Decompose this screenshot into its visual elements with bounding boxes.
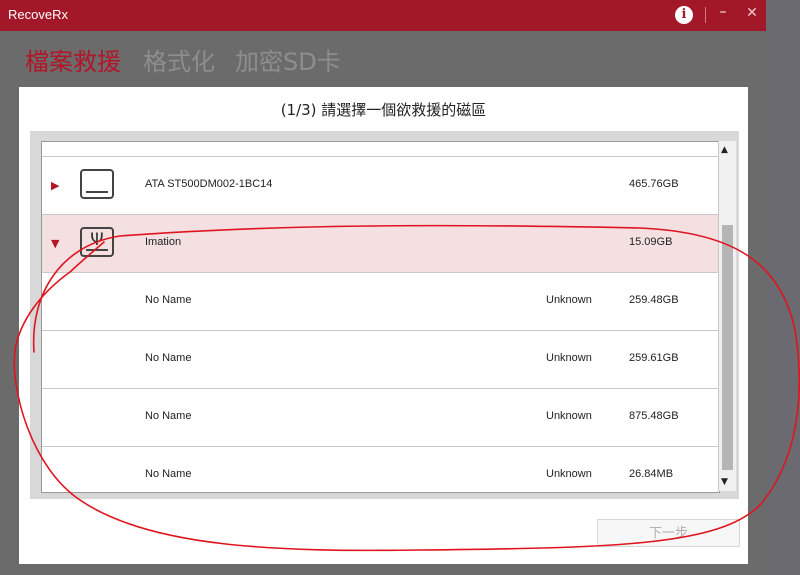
- partition-row[interactable]: No Name Unknown 259.48GB: [42, 273, 719, 331]
- vertical-scrollbar[interactable]: ▲ ▼: [718, 141, 736, 491]
- scroll-up-icon[interactable]: ▲: [721, 145, 728, 155]
- next-button[interactable]: 下一步: [597, 519, 740, 547]
- collapse-arrow-icon[interactable]: ▼: [51, 237, 59, 250]
- tab-format[interactable]: 格式化: [143, 42, 215, 77]
- partition-filesystem: Unknown: [546, 294, 592, 306]
- partition-row[interactable]: No Name Unknown 875.48GB: [42, 389, 719, 447]
- app-title: RecoveRx: [8, 7, 68, 22]
- partition-size: 875.48GB: [629, 410, 679, 422]
- minimize-button[interactable]: –: [715, 4, 731, 24]
- partition-filesystem: Unknown: [546, 468, 592, 480]
- tab-file-recovery[interactable]: 檔案救援: [25, 42, 121, 77]
- info-icon[interactable]: i: [675, 6, 693, 24]
- partition-name: No Name: [145, 352, 192, 364]
- list-item-partial[interactable]: [42, 142, 719, 157]
- usb-drive-icon: Ψ: [80, 227, 114, 257]
- partition-filesystem: Unknown: [546, 410, 592, 422]
- recoverx-window: RecoveRx i – ✕ 檔案救援 格式化 加密SD卡 (1/3) 請選擇一…: [0, 0, 766, 575]
- drive-row[interactable]: ▶ ATA ST500DM002-1BC14 465.76GB: [42, 157, 719, 215]
- drive-size: 465.76GB: [629, 178, 679, 190]
- close-button[interactable]: ✕: [744, 5, 760, 23]
- partition-row[interactable]: No Name Unknown 259.61GB: [42, 331, 719, 389]
- title-bar: RecoveRx i – ✕: [0, 0, 766, 31]
- scroll-thumb[interactable]: [722, 225, 733, 470]
- hard-drive-icon: [80, 169, 114, 199]
- partition-name: No Name: [145, 410, 192, 422]
- tab-encrypt-sd[interactable]: 加密SD卡: [235, 42, 341, 77]
- content-panel: (1/3) 請選擇一個欲救援的磁區 ▶ ATA ST500DM002-1BC14…: [19, 87, 748, 564]
- drive-size: 15.09GB: [629, 236, 673, 248]
- partition-size: 259.48GB: [629, 294, 679, 306]
- drive-list-frame: ▶ ATA ST500DM002-1BC14 465.76GB ▼ Ψ Imat…: [30, 131, 739, 499]
- drive-list: ▶ ATA ST500DM002-1BC14 465.76GB ▼ Ψ Imat…: [41, 141, 720, 493]
- expand-arrow-icon[interactable]: ▶: [51, 179, 59, 192]
- partition-filesystem: Unknown: [546, 352, 592, 364]
- scroll-down-icon[interactable]: ▼: [721, 477, 728, 487]
- drive-name: ATA ST500DM002-1BC14: [145, 178, 273, 190]
- partition-name: No Name: [145, 294, 192, 306]
- partition-size: 26.84MB: [629, 468, 674, 480]
- partition-name: No Name: [145, 468, 192, 480]
- drive-row-selected[interactable]: ▼ Ψ Imation 15.09GB: [42, 215, 719, 273]
- partition-row[interactable]: No Name Unknown 26.84MB: [42, 447, 719, 492]
- partition-size: 259.61GB: [629, 352, 679, 364]
- titlebar-divider: [705, 7, 706, 23]
- step-heading: (1/3) 請選擇一個欲救援的磁區: [280, 101, 487, 119]
- drive-name: Imation: [145, 236, 182, 248]
